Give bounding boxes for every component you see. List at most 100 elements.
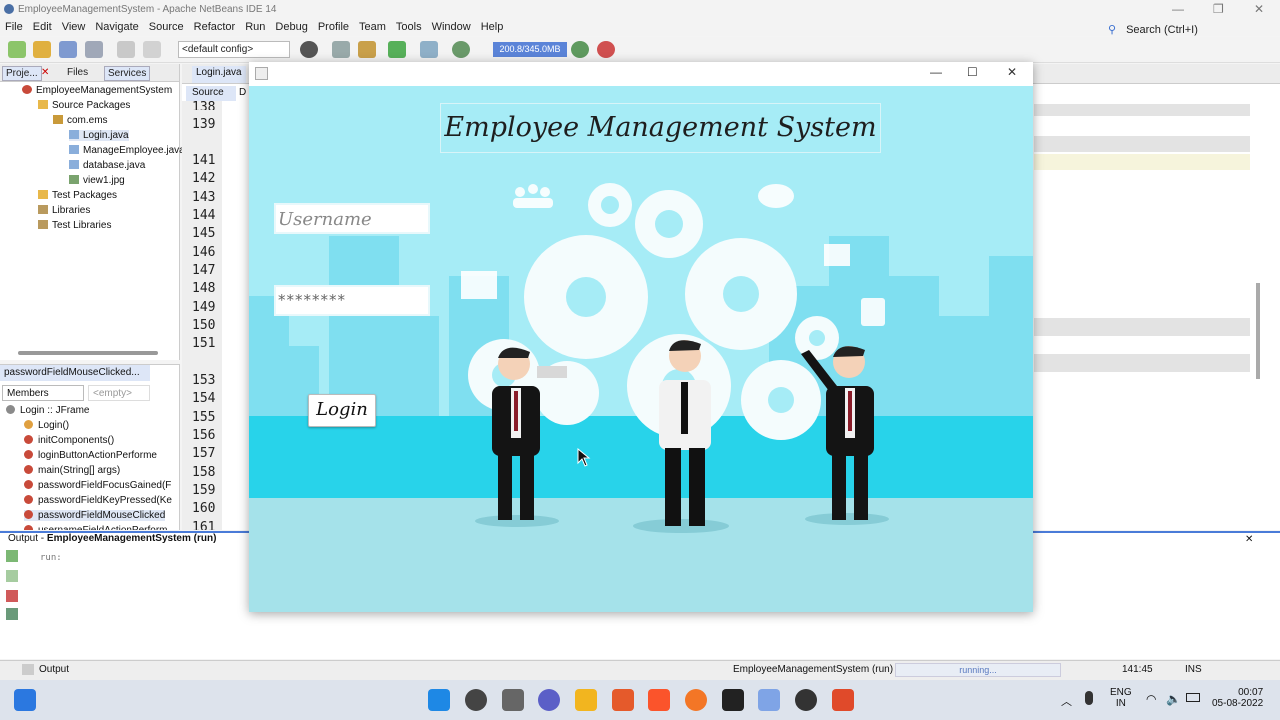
nav-item[interactable]: usernameFieldActionPerform — [24, 525, 168, 530]
nav-item[interactable]: passwordFieldKeyPressed(Ke — [24, 495, 172, 506]
brave-browser-icon[interactable] — [648, 689, 670, 711]
file-explorer-icon[interactable] — [575, 689, 597, 711]
language-indicator[interactable]: ENG IN — [1110, 687, 1132, 709]
tree-file-database[interactable]: database.java — [69, 160, 145, 171]
folder-icon — [38, 190, 48, 199]
menu-edit[interactable]: Edit — [28, 20, 57, 33]
nav-item[interactable]: passwordFieldFocusGained(F — [24, 480, 171, 491]
nav-item-selected[interactable]: passwordFieldMouseClicked — [24, 510, 166, 521]
menu-run[interactable]: Run — [240, 20, 270, 33]
menu-profile[interactable]: Profile — [313, 20, 354, 33]
settings-icon[interactable] — [6, 608, 18, 620]
menu-navigate[interactable]: Navigate — [90, 20, 143, 33]
tab-design[interactable]: D — [236, 86, 250, 101]
maximize-icon[interactable]: ☐ — [967, 65, 978, 79]
username-field[interactable]: Username — [274, 203, 430, 234]
nav-item[interactable]: main(String[] args) — [24, 465, 120, 476]
nav-item[interactable]: initComponents() — [24, 435, 114, 446]
search-box[interactable]: ⚲ Search (Ctrl+I) — [1098, 21, 1208, 36]
redo-icon[interactable] — [143, 41, 161, 58]
tree-file-login[interactable]: Login.java — [69, 130, 129, 141]
stop-icon[interactable] — [6, 590, 18, 602]
jupyter-icon[interactable] — [685, 689, 707, 711]
volume-icon[interactable]: 🔈 — [1166, 692, 1181, 706]
widgets-icon[interactable] — [14, 689, 36, 711]
password-field[interactable]: ******** — [274, 285, 430, 316]
tree-source-packages[interactable]: Source Packages — [38, 100, 130, 111]
java-app-icon[interactable] — [832, 689, 854, 711]
menu-window[interactable]: Window — [427, 20, 476, 33]
save-all-icon[interactable] — [85, 41, 103, 58]
close-icon[interactable]: ✕ — [1245, 534, 1253, 545]
close-icon[interactable]: ✕ — [38, 66, 52, 79]
vertical-scrollbar[interactable] — [1256, 283, 1260, 379]
config-select[interactable]: <default config> — [178, 41, 290, 58]
minimize-icon[interactable]: — — [930, 65, 942, 79]
stop-icon[interactable] — [597, 41, 615, 58]
horizontal-scrollbar[interactable] — [18, 351, 158, 355]
tree-package[interactable]: com.ems — [53, 115, 108, 126]
new-project-icon[interactable] — [33, 41, 51, 58]
close-icon[interactable]: ✕ — [1007, 65, 1017, 79]
debug-icon[interactable] — [420, 41, 438, 58]
rerun-icon[interactable] — [6, 550, 18, 562]
rerun-customized-icon[interactable] — [6, 570, 18, 582]
tab-login-java[interactable]: Login.java — [192, 66, 246, 83]
members-select[interactable]: Members — [2, 385, 84, 401]
menu-source[interactable]: Source — [144, 20, 189, 33]
method-icon — [24, 450, 33, 459]
progress-bar[interactable]: running... — [895, 663, 1061, 677]
xampp-icon[interactable] — [612, 689, 634, 711]
globe-icon[interactable] — [300, 41, 318, 58]
minimize-icon[interactable]: — — [1172, 2, 1184, 16]
menu-team[interactable]: Team — [354, 20, 391, 33]
menu-view[interactable]: View — [57, 20, 91, 33]
gc-icon[interactable] — [571, 41, 589, 58]
battery-icon[interactable] — [1186, 693, 1200, 702]
run-icon[interactable] — [388, 41, 406, 58]
empty-select[interactable]: <empty> — [88, 385, 150, 401]
open-project-icon[interactable] — [59, 41, 77, 58]
new-file-icon[interactable] — [8, 41, 26, 58]
memory-indicator[interactable]: 200.8/345.0MB — [493, 42, 567, 57]
output-tab[interactable]: Output — [39, 664, 69, 675]
menu-tools[interactable]: Tools — [391, 20, 427, 33]
build-icon[interactable] — [332, 41, 350, 58]
tree-file-manage[interactable]: ManageEmployee.java — [69, 145, 185, 156]
maximize-icon[interactable]: ❐ — [1213, 2, 1224, 16]
task-view-icon[interactable] — [502, 689, 524, 711]
chat-icon[interactable] — [538, 689, 560, 711]
menu-debug[interactable]: Debug — [270, 20, 312, 33]
tab-source[interactable]: Source — [186, 86, 236, 101]
tree-file-image[interactable]: view1.jpg — [69, 175, 125, 186]
close-icon[interactable]: ✕ — [1254, 2, 1264, 16]
login-button[interactable]: Login — [308, 394, 376, 427]
tab-services[interactable]: Services — [104, 66, 151, 81]
menu-refactor[interactable]: Refactor — [189, 20, 241, 33]
clean-build-icon[interactable] — [358, 41, 376, 58]
microphone-icon[interactable] — [1085, 691, 1093, 705]
navigator-tab[interactable]: passwordFieldMouseClicked... — [0, 365, 150, 381]
github-desktop-icon[interactable] — [795, 689, 817, 711]
tree-test-libraries[interactable]: Test Libraries — [38, 220, 111, 231]
nav-item[interactable]: Login() — [24, 420, 69, 431]
nav-item[interactable]: loginButtonActionPerforme — [24, 450, 157, 461]
tree-project[interactable]: EmployeeManagementSystem — [22, 85, 172, 96]
wifi-icon[interactable]: ◠ — [1146, 692, 1156, 706]
nav-root[interactable]: Login :: JFrame — [6, 405, 89, 416]
chevron-up-icon[interactable]: ︿ — [1061, 693, 1072, 709]
menu-help[interactable]: Help — [476, 20, 509, 33]
virtualbox-icon[interactable] — [758, 689, 780, 711]
tab-projects[interactable]: Proje... — [2, 66, 42, 81]
tab-files[interactable]: Files — [64, 66, 91, 79]
search-icon[interactable] — [465, 689, 487, 711]
terminal-icon[interactable] — [722, 689, 744, 711]
undo-icon[interactable] — [117, 41, 135, 58]
clock[interactable]: 00:07 05-08-2022 — [1212, 687, 1263, 709]
tree-test-packages[interactable]: Test Packages — [38, 190, 117, 201]
profile-icon[interactable] — [452, 41, 470, 58]
menu-file[interactable]: File — [0, 20, 28, 33]
start-icon[interactable] — [428, 689, 450, 711]
output-window-icon — [22, 664, 34, 675]
tree-libraries[interactable]: Libraries — [38, 205, 90, 216]
